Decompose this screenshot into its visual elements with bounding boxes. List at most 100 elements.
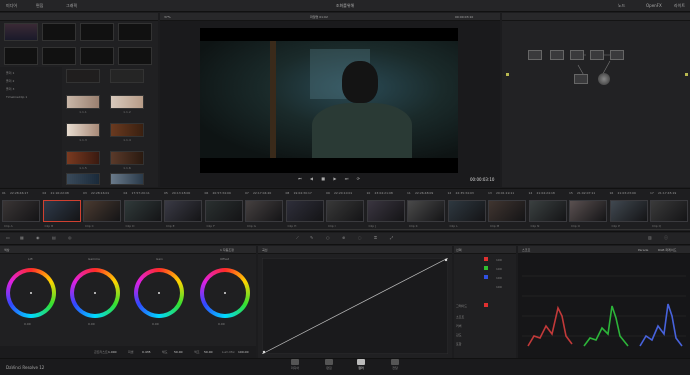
timeline-clip[interactable]	[650, 200, 688, 222]
contrast-value[interactable]: 1.000	[108, 350, 117, 354]
scopes-type[interactable]: Parade	[638, 248, 648, 252]
curves-icon[interactable]: ⟋	[296, 235, 299, 240]
sizing-icon[interactable]: ⤢	[390, 235, 393, 240]
media-thumb[interactable]	[66, 123, 100, 137]
folder-item[interactable]: 폴더 1	[6, 71, 14, 75]
media-thumb[interactable]	[110, 69, 144, 83]
timeline-clip[interactable]	[83, 200, 121, 222]
media-thumb[interactable]	[110, 123, 144, 137]
node-03[interactable]	[570, 50, 584, 60]
clip-number: 12	[447, 191, 452, 195]
offset-wheel[interactable]	[200, 268, 250, 318]
video-frame[interactable]	[200, 28, 458, 173]
motion-icon[interactable]: ◎	[68, 235, 72, 240]
wheel-label-gain: Gain	[156, 257, 163, 261]
timeline-clip[interactable]	[285, 200, 324, 222]
folder-item[interactable]: 폴더 2	[6, 79, 14, 83]
media-thumb[interactable]	[42, 47, 76, 65]
media-thumb[interactable]	[66, 95, 100, 109]
media-thumb[interactable]	[80, 47, 114, 65]
lightbox-tab[interactable]: 라이트	[674, 3, 685, 9]
scopes-mode[interactable]: RGB 퍼레이드	[658, 248, 676, 252]
wheels-icon[interactable]: ◉	[36, 235, 40, 240]
qualifier-red-icon[interactable]	[484, 303, 488, 307]
key-icon[interactable]: ⚿	[374, 235, 377, 240]
media-thumb[interactable]	[80, 23, 114, 41]
gain-wheel[interactable]	[134, 268, 184, 318]
page-media[interactable]: 미디어	[284, 359, 306, 370]
color-panel-mode[interactable]: 1 자동조정	[220, 248, 234, 252]
red-channel-icon[interactable]	[484, 257, 488, 261]
media-thumb[interactable]	[66, 69, 100, 83]
clip-number: 08	[285, 191, 290, 195]
color-match-icon[interactable]: ▦	[20, 235, 24, 240]
timeline-clip[interactable]	[164, 200, 202, 222]
lift-value: 0.00	[24, 322, 31, 326]
blur-icon[interactable]: ◌	[358, 235, 362, 240]
skip-back-icon[interactable]: ⏮	[298, 176, 302, 182]
timeline-clip[interactable]	[2, 200, 40, 222]
node-01[interactable]	[528, 50, 542, 60]
timeline-clip[interactable]	[447, 200, 486, 222]
media-thumb[interactable]	[118, 47, 152, 65]
window-icon[interactable]: ○	[326, 235, 330, 240]
media-thumb[interactable]	[110, 95, 144, 109]
viewer-zoom[interactable]: 37%	[164, 15, 171, 19]
media-thumb[interactable]	[4, 23, 38, 41]
node-blur-preview[interactable]	[598, 73, 610, 85]
timeline-clip[interactable]	[528, 200, 567, 222]
timeline-clip[interactable]	[488, 200, 526, 222]
info-icon[interactable]: ⓘ	[664, 235, 668, 241]
page-edit[interactable]: 편집	[318, 359, 340, 370]
media-thumb[interactable]	[42, 23, 76, 41]
media-thumb[interactable]	[4, 47, 38, 65]
media-thumb[interactable]	[110, 173, 144, 185]
tracker-icon[interactable]: ⊕	[342, 235, 345, 240]
node-05[interactable]	[610, 50, 624, 60]
timeline-clip[interactable]	[245, 200, 283, 222]
nodes-tab[interactable]: 노드	[618, 3, 625, 9]
timeline-clip[interactable]	[123, 200, 162, 222]
lift-wheel[interactable]	[6, 268, 56, 318]
stop-icon[interactable]: ■	[321, 176, 325, 182]
timeline-clip[interactable]	[326, 200, 364, 222]
channel-value[interactable]: 100	[496, 276, 502, 280]
green-channel-icon[interactable]	[484, 266, 488, 270]
media-thumb[interactable]	[110, 151, 144, 165]
timeline-clip[interactable]	[42, 200, 81, 222]
lummix-value[interactable]: 100.00	[238, 350, 249, 354]
page-color[interactable]: 컬러	[350, 359, 372, 370]
play-icon[interactable]: ▶	[333, 176, 336, 182]
page-deliver[interactable]: 전달	[384, 359, 406, 370]
timeline-clip[interactable]	[609, 200, 648, 222]
folder-item[interactable]: TimelineClip 1	[6, 95, 27, 99]
node-04[interactable]	[590, 50, 604, 60]
channel-value[interactable]: 100	[496, 267, 502, 271]
curve-graph[interactable]	[262, 258, 448, 354]
media-thumb[interactable]	[118, 23, 152, 41]
media-thumb[interactable]	[66, 173, 100, 185]
timeline-clip[interactable]	[407, 200, 445, 222]
channel-value[interactable]: 100	[496, 258, 502, 262]
timeline-clip[interactable]	[204, 200, 243, 222]
folder-item[interactable]: 폴더 3	[6, 87, 14, 91]
hue-value[interactable]: 50.00	[204, 350, 213, 354]
rgb-mixer-icon[interactable]: ▤	[52, 235, 56, 240]
scopes-icon[interactable]: ▥	[648, 235, 652, 240]
channel-value[interactable]: 100	[496, 285, 502, 289]
timeline-clip[interactable]	[366, 200, 405, 222]
node-06[interactable]	[574, 74, 588, 84]
openfx-tab[interactable]: OpenFX	[646, 3, 662, 8]
saturation-value[interactable]: 50.00	[174, 350, 183, 354]
skip-forward-icon[interactable]: ⏭	[345, 176, 349, 182]
timeline-clip[interactable]	[569, 200, 607, 222]
blue-channel-icon[interactable]	[484, 275, 488, 279]
gamma-wheel[interactable]	[70, 268, 120, 318]
loop-icon[interactable]: ⟳	[357, 176, 360, 182]
media-thumb[interactable]	[66, 151, 100, 165]
pivot-value[interactable]: 0.435	[142, 350, 151, 354]
step-back-icon[interactable]: ◀	[310, 176, 313, 182]
qualifier-icon[interactable]: ✎	[310, 235, 313, 240]
node-02[interactable]	[550, 50, 564, 60]
camera-raw-icon[interactable]: ▭	[6, 235, 10, 240]
